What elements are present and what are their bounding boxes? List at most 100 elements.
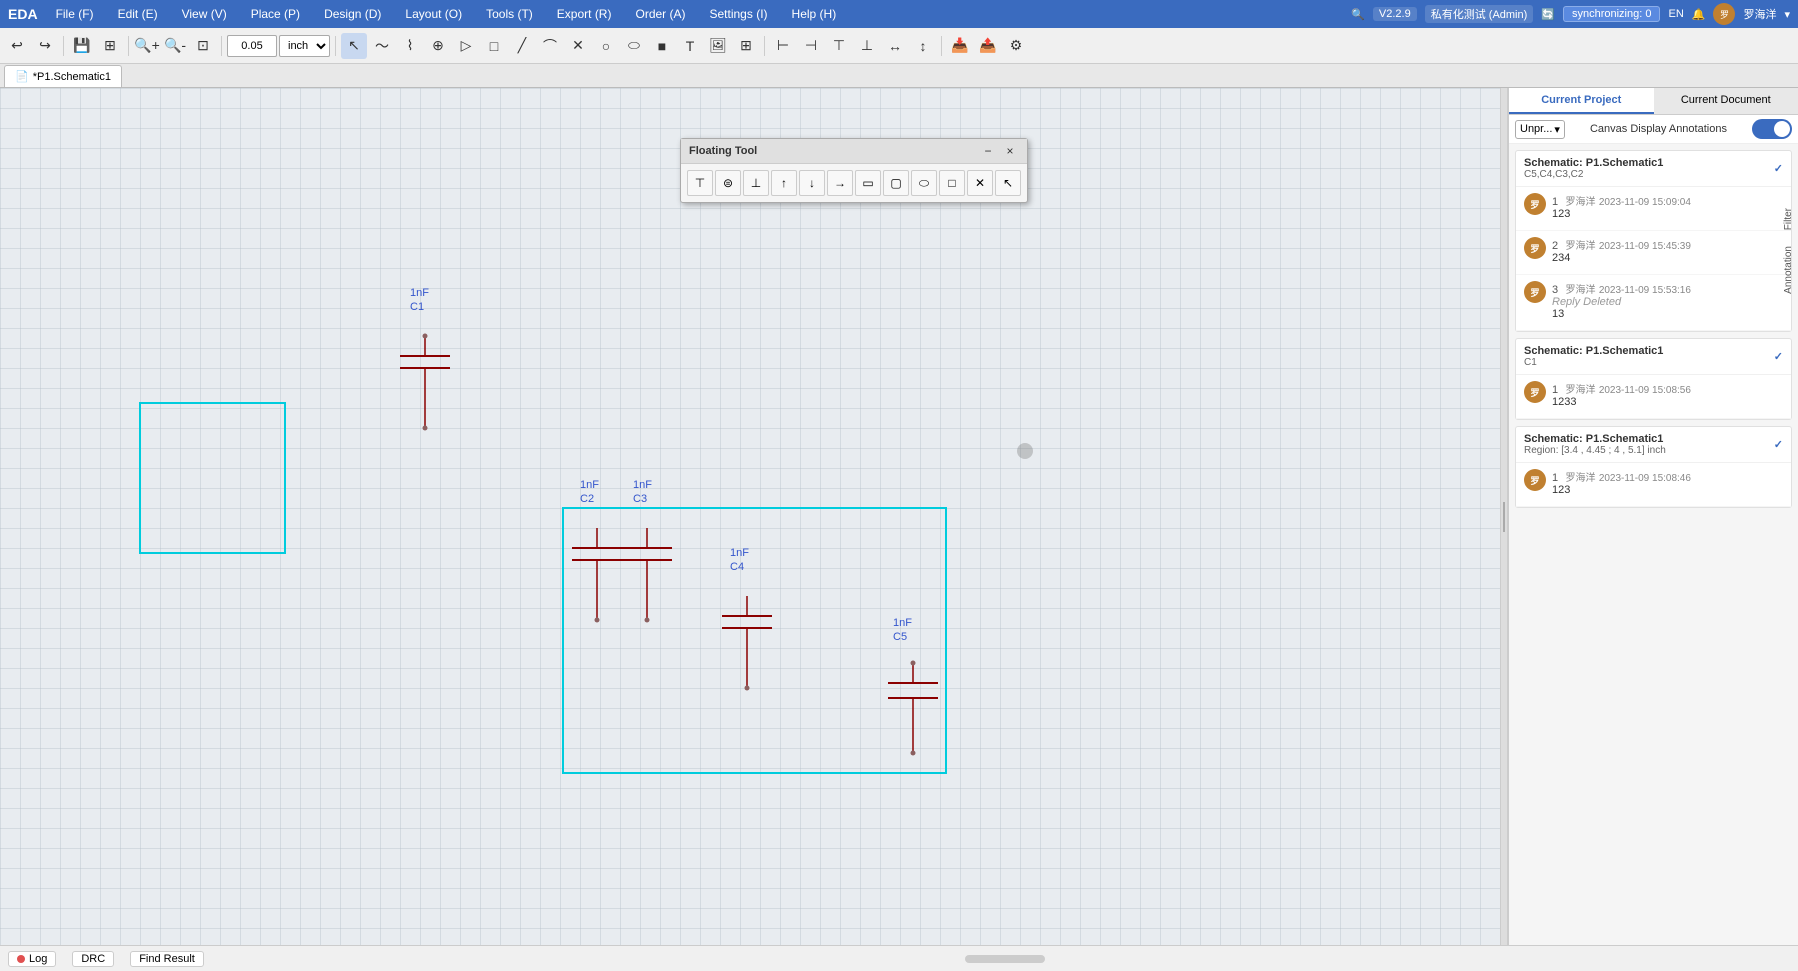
panel-resize-handle[interactable]	[1500, 88, 1508, 945]
menu-tools[interactable]: Tools (T)	[480, 5, 539, 23]
menu-design[interactable]: Design (D)	[318, 5, 387, 23]
side-tabs: Filter Annotation	[1778, 200, 1798, 302]
annotation-1-resolved[interactable]: ✓	[1774, 162, 1783, 175]
snap-size-input[interactable]	[227, 35, 277, 57]
export-button[interactable]: 📤	[975, 33, 1001, 59]
ft-align-bottom[interactable]: ⊥	[743, 170, 769, 196]
zoom-out-button[interactable]: 🔍-	[162, 33, 188, 59]
arc-button[interactable]: ⌒	[537, 33, 563, 59]
ft-align-top[interactable]: ⊤	[687, 170, 713, 196]
align-top-button[interactable]: ⊤	[826, 33, 852, 59]
image-button[interactable]: 🖼	[705, 33, 731, 59]
find-result-label: Find Result	[139, 953, 195, 965]
floating-tool-window: Floating Tool − × ⊤ ⊜ ⊥ ↑ ↓ → ▭ ▢ ⬭ □ ✕ …	[680, 138, 1028, 203]
circle-button[interactable]: ○	[593, 33, 619, 59]
zoom-fit-button[interactable]: ⊡	[190, 33, 216, 59]
log-button[interactable]: Log	[8, 951, 56, 967]
side-tab-annotation[interactable]: Annotation	[1781, 238, 1796, 302]
redo-button[interactable]: ↪	[32, 33, 58, 59]
zoom-in-button[interactable]: 🔍+	[134, 33, 160, 59]
dist-h-button[interactable]: ↔	[882, 33, 908, 59]
floating-close-button[interactable]: ×	[1001, 142, 1019, 160]
annotation-1-comment-1: 罗 1 罗海洋 2023-11-09 15:09:04 123	[1516, 187, 1791, 231]
menu-view[interactable]: View (V)	[176, 5, 233, 23]
line-button[interactable]: ╱	[509, 33, 535, 59]
align-bottom-button[interactable]: ⊥	[854, 33, 880, 59]
table-button[interactable]: ⊞	[733, 33, 759, 59]
bell-icon[interactable]: 🔔	[1692, 8, 1706, 21]
drc-button[interactable]: DRC	[72, 951, 114, 967]
menu-file[interactable]: File (F)	[50, 5, 100, 23]
settings2-button[interactable]: ⚙	[1003, 33, 1029, 59]
menu-help[interactable]: Help (H)	[786, 5, 843, 23]
avatar[interactable]: 罗	[1713, 3, 1735, 25]
unpr-label: Unpr...	[1520, 123, 1552, 135]
chevron-down-icon[interactable]: ▾	[1784, 8, 1790, 21]
ft-rounded-rect[interactable]: ▢	[883, 170, 909, 196]
comment-time-1-2: 2023-11-09 15:45:39	[1599, 241, 1691, 252]
ellipse-button[interactable]: ⬭	[621, 33, 647, 59]
scrollbar-thumb[interactable]	[965, 955, 1045, 963]
grid-button[interactable]: ⊞	[97, 33, 123, 59]
annotation-2-schematic: Schematic: P1.Schematic1	[1524, 345, 1663, 357]
ft-align-center-h[interactable]: ⊜	[715, 170, 741, 196]
ft-dist-up[interactable]: ↑	[771, 170, 797, 196]
c1-value-label: 1nF	[410, 287, 429, 299]
floating-tool-controls: − ×	[979, 142, 1019, 160]
search-icon[interactable]: 🔍	[1351, 8, 1365, 21]
net-port-button[interactable]: ▷	[453, 33, 479, 59]
floating-tool-header[interactable]: Floating Tool − ×	[681, 139, 1027, 164]
ft-dist-down[interactable]: ↓	[799, 170, 825, 196]
user-name[interactable]: 罗海洋	[1743, 6, 1776, 22]
dist-v-button[interactable]: ↕	[910, 33, 936, 59]
unpr-dropdown[interactable]: Unpr... ▾	[1515, 120, 1565, 139]
import-button[interactable]: 📥	[947, 33, 973, 59]
ft-cursor[interactable]: ↖	[995, 170, 1021, 196]
horizontal-scrollbar[interactable]	[220, 955, 1790, 963]
side-tab-filter[interactable]: Filter	[1781, 200, 1796, 238]
bus-button[interactable]: ⌇	[397, 33, 423, 59]
wire-button[interactable]: 〜	[369, 33, 395, 59]
comment-num-3-1: 1	[1552, 472, 1558, 484]
unit-select[interactable]: inch mm mil	[279, 35, 330, 57]
undo-button[interactable]: ↩	[4, 33, 30, 59]
annotation-3-resolved[interactable]: ✓	[1774, 438, 1783, 451]
version-label: V2.2.9	[1373, 7, 1417, 21]
menu-place[interactable]: Place (P)	[245, 5, 306, 23]
align-right-button[interactable]: ⊣	[798, 33, 824, 59]
annotation-2-resolved[interactable]: ✓	[1774, 350, 1783, 363]
align-left-button[interactable]: ⊢	[770, 33, 796, 59]
ft-cross[interactable]: ✕	[967, 170, 993, 196]
ft-arrow-right[interactable]: →	[827, 170, 853, 196]
tab-current-document[interactable]: Current Document	[1654, 88, 1798, 114]
menu-settings[interactable]: Settings (I)	[704, 5, 774, 23]
menu-order[interactable]: Order (A)	[629, 5, 691, 23]
canvas-display-toggle[interactable]	[1752, 119, 1792, 139]
ft-rect2[interactable]: ▭	[855, 170, 881, 196]
cross-button[interactable]: ✕	[565, 33, 591, 59]
admin-label: 私有化测试 (Admin)	[1425, 5, 1534, 23]
floating-tool-body: ⊤ ⊜ ⊥ ↑ ↓ → ▭ ▢ ⬭ □ ✕ ↖	[681, 164, 1027, 202]
save-button[interactable]: 💾	[69, 33, 95, 59]
text-button[interactable]: T	[677, 33, 703, 59]
ft-rect3[interactable]: □	[939, 170, 965, 196]
menu-edit[interactable]: Edit (E)	[112, 5, 164, 23]
titlebar-right: 🔍 V2.2.9 私有化测试 (Admin) 🔄 synchronizing: …	[1351, 3, 1790, 25]
schematic-tab[interactable]: 📄 *P1.Schematic1	[4, 65, 122, 87]
floating-minimize-button[interactable]: −	[979, 142, 997, 160]
junction-button[interactable]: ⊕	[425, 33, 451, 59]
menu-export[interactable]: Export (R)	[551, 5, 618, 23]
find-result-button[interactable]: Find Result	[130, 951, 204, 967]
lang-label[interactable]: EN	[1668, 8, 1683, 20]
rect-button[interactable]: □	[481, 33, 507, 59]
comment-num-2-1: 1	[1552, 384, 1558, 396]
menu-layout[interactable]: Layout (O)	[399, 5, 468, 23]
square-button[interactable]: ■	[649, 33, 675, 59]
c5-value-label: 1nF	[893, 617, 912, 629]
ft-rounded-rect2[interactable]: ⬭	[911, 170, 937, 196]
pointer-button[interactable]: ↖	[341, 33, 367, 59]
schematic-canvas[interactable]: 1nF C1 1nF C2 1nF C3 1nF C4	[0, 88, 1508, 945]
sync-status[interactable]: synchronizing: 0	[1563, 6, 1661, 22]
separator-1	[63, 36, 64, 56]
tab-current-project[interactable]: Current Project	[1509, 88, 1654, 114]
